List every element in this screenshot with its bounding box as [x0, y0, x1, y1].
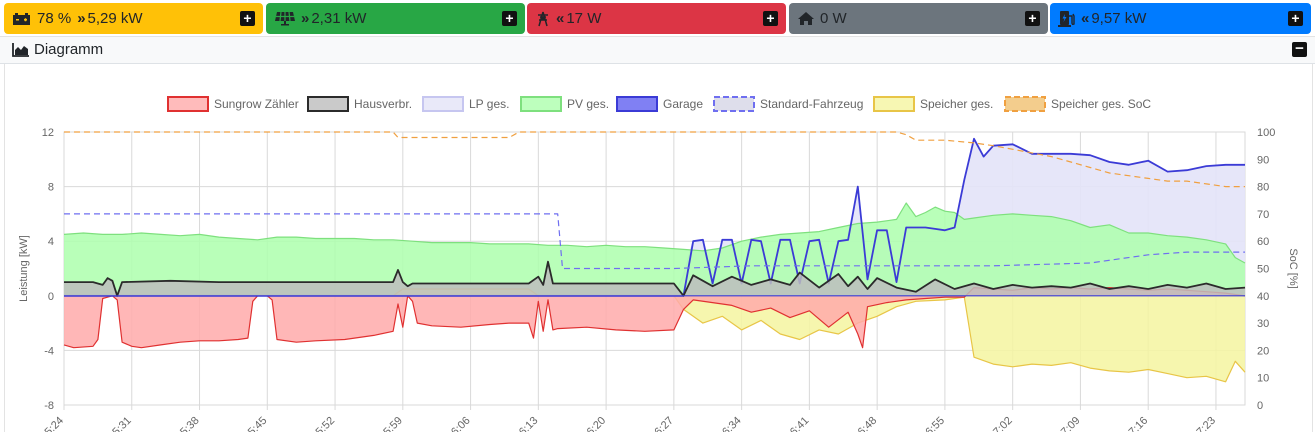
chart-panel: Diagramm − Sungrow Zähler Hausverbr. LP ge… — [0, 36, 1315, 437]
y2-tick-label: 80 — [1257, 182, 1269, 194]
home-icon — [797, 11, 815, 26]
y2-tick-label: 100 — [1257, 127, 1275, 139]
y-tick-label: 4 — [48, 236, 54, 248]
battery-card[interactable]: 78 % » 5,29 kW + — [4, 3, 263, 34]
legend-swatch — [520, 96, 562, 112]
grid-power: 17 W — [566, 10, 602, 27]
y2-tick-label: 30 — [1257, 318, 1269, 330]
x-tick-label: 15:45 — [241, 415, 269, 432]
legend-item[interactable]: PV ges. — [520, 96, 609, 112]
pv-card[interactable]: » 2,31 kW + — [266, 3, 525, 34]
x-tick-label: 16:41 — [784, 415, 812, 432]
legend-item[interactable]: Speicher ges. — [873, 96, 993, 112]
y2-tick-label: 0 — [1257, 400, 1263, 412]
charging-station-icon — [1058, 10, 1076, 27]
charger-card[interactable]: « 9,57 kW + — [1050, 3, 1311, 34]
x-tick-label: 16:34 — [716, 415, 744, 432]
x-tick-label: 15:31 — [106, 415, 134, 432]
status-bar: 78 % » 5,29 kW + » 2,31 kW + « 17 W + 0 … — [0, 0, 1315, 36]
legend-swatch — [873, 96, 915, 112]
x-tick-label: 16:48 — [851, 415, 879, 432]
battery-soc: 78 % — [37, 10, 72, 27]
x-tick-label: 16:55 — [919, 415, 947, 432]
battery-power: 5,29 kW — [87, 10, 143, 27]
legend-label: Speicher ges. — [920, 97, 993, 111]
legend-label: Hausverbr. — [354, 97, 412, 111]
legend-label: PV ges. — [567, 97, 609, 111]
x-tick-label: 15:24 — [38, 415, 66, 432]
x-tick-label: 16:27 — [648, 415, 676, 432]
y2-axis-title: SoC [%] — [1287, 248, 1299, 288]
y-tick-label: 8 — [48, 182, 54, 194]
y2-tick-label: 90 — [1257, 154, 1269, 166]
solar-panel-icon — [274, 11, 296, 26]
chart-panel-header: Diagramm − — [0, 37, 1315, 64]
legend-item[interactable]: Hausverbr. — [307, 96, 412, 112]
y2-tick-label: 70 — [1257, 209, 1269, 221]
y-tick-label: 12 — [42, 127, 54, 139]
legend-swatch — [713, 96, 755, 112]
legend-swatch — [616, 96, 658, 112]
area-chart-icon — [12, 43, 29, 62]
legend-item[interactable]: Speicher ges. SoC — [1004, 96, 1151, 112]
house-card[interactable]: 0 W + — [789, 3, 1048, 34]
x-tick-label: 16:06 — [445, 415, 473, 432]
expand-pv-button[interactable]: + — [502, 11, 517, 26]
legend-label: Speicher ges. SoC — [1051, 97, 1151, 111]
y-axis-title: Leistung [kW] — [18, 235, 30, 302]
y2-tick-label: 40 — [1257, 291, 1269, 303]
x-tick-label: 17:23 — [1190, 415, 1218, 432]
chevrons-right-icon: » — [301, 10, 309, 27]
legend-label: LP ges. — [469, 97, 509, 111]
house-power: 0 W — [820, 10, 847, 27]
charger-power: 9,57 kW — [1091, 10, 1147, 27]
legend-item[interactable]: Standard-Fahrzeug — [713, 96, 863, 112]
chart-legend: Sungrow Zähler Hausverbr. LP ges. PV ges. Ga… — [167, 96, 1151, 112]
expand-house-button[interactable]: + — [1025, 11, 1040, 26]
panel-title: Diagramm — [34, 41, 104, 58]
x-tick-label: 17:16 — [1122, 415, 1150, 432]
expand-grid-button[interactable]: + — [763, 11, 778, 26]
legend-label: Standard-Fahrzeug — [760, 97, 863, 111]
legend-swatch — [307, 96, 349, 112]
grid-card[interactable]: « 17 W + — [527, 3, 786, 34]
power-tower-icon — [535, 11, 551, 27]
chevrons-left-icon: « — [1081, 10, 1089, 27]
legend-label: Garage — [663, 97, 703, 111]
legend-label: Sungrow Zähler — [214, 97, 299, 111]
legend-swatch — [1004, 96, 1046, 112]
pv-power: 2,31 kW — [311, 10, 367, 27]
x-tick-label: 15:59 — [377, 415, 405, 432]
legend-item[interactable]: Sungrow Zähler — [167, 96, 299, 112]
legend-swatch — [167, 96, 209, 112]
chevrons-left-icon: « — [556, 10, 564, 27]
x-tick-label: 15:38 — [174, 415, 202, 432]
y2-tick-label: 10 — [1257, 373, 1269, 385]
y-tick-label: 0 — [48, 291, 54, 303]
y-tick-label: -8 — [44, 400, 54, 412]
battery-icon — [12, 12, 32, 26]
x-tick-label: 16:13 — [513, 415, 541, 432]
expand-battery-button[interactable]: + — [240, 11, 255, 26]
y2-tick-label: 20 — [1257, 345, 1269, 357]
chevrons-right-icon: » — [77, 10, 85, 27]
chart-container: Sungrow Zähler Hausverbr. LP ges. PV ges. Ga… — [4, 64, 1313, 437]
expand-charger-button[interactable]: + — [1288, 11, 1303, 26]
energy-chart: Sungrow Zähler Hausverbr. LP ges. PV ges. Ga… — [18, 96, 1299, 437]
y-tick-label: -4 — [44, 345, 54, 357]
y2-tick-label: 60 — [1257, 236, 1269, 248]
collapse-panel-button[interactable]: − — [1292, 41, 1307, 57]
legend-swatch — [422, 96, 464, 112]
legend-item[interactable]: LP ges. — [422, 96, 509, 112]
x-tick-label: 17:09 — [1055, 415, 1083, 432]
y2-tick-label: 50 — [1257, 264, 1269, 276]
x-tick-label: 15:52 — [309, 415, 337, 432]
legend-item[interactable]: Garage — [616, 96, 703, 112]
x-tick-label: 16:20 — [580, 415, 608, 432]
chart-series — [63, 131, 1246, 383]
x-tick-label: 17:02 — [987, 415, 1015, 432]
